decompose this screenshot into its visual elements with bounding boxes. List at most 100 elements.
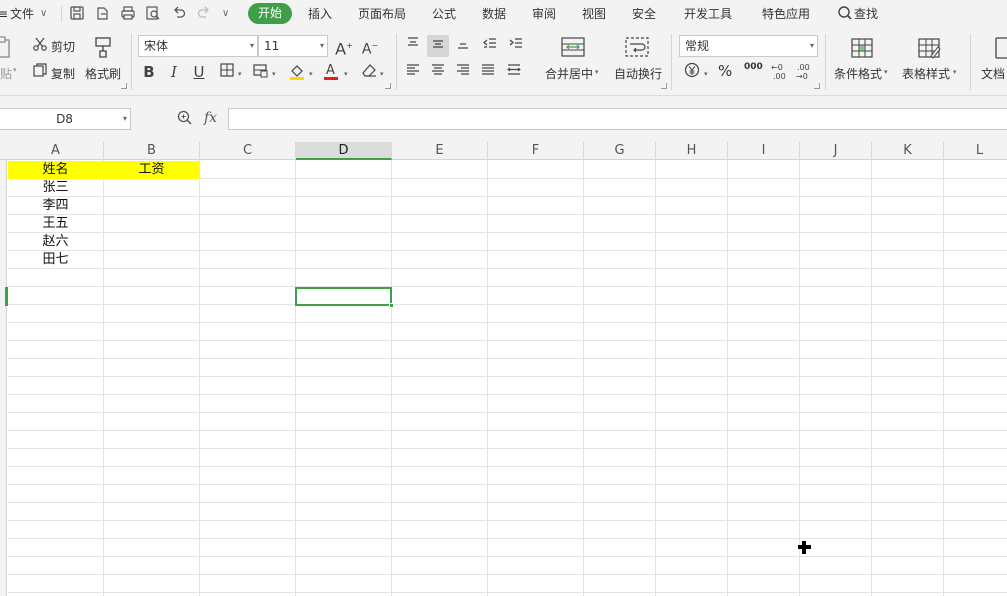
- number-launcher-icon[interactable]: [814, 83, 820, 89]
- merge-center-dropdown-icon[interactable]: ▾: [595, 68, 599, 76]
- cell-A2[interactable]: 张三: [8, 179, 103, 197]
- borders-icon[interactable]: [217, 62, 237, 82]
- align-left-icon[interactable]: [403, 62, 423, 82]
- print-preview-icon[interactable]: [144, 5, 162, 23]
- cell-A6[interactable]: 田七: [8, 251, 103, 269]
- active-cell-selection[interactable]: [295, 287, 394, 308]
- fill-color-dropdown-icon[interactable]: ▾: [309, 70, 313, 78]
- export-pdf-icon[interactable]: [94, 5, 112, 23]
- align-top-icon[interactable]: [403, 35, 423, 55]
- document-assistant-button[interactable]: 文档: [981, 65, 1005, 82]
- increase-decimal-icon[interactable]: ←0.00: [769, 62, 789, 82]
- column-header-b[interactable]: B: [104, 142, 200, 160]
- table-style-button[interactable]: 表格样式: [902, 65, 950, 82]
- column-header-f[interactable]: F: [488, 142, 584, 160]
- print-icon[interactable]: [119, 5, 137, 23]
- align-right-icon[interactable]: [453, 62, 473, 82]
- tab-security[interactable]: 安全: [632, 0, 656, 28]
- justify-icon[interactable]: [478, 62, 498, 82]
- copy-icon[interactable]: [30, 62, 50, 82]
- tab-special[interactable]: 特色应用: [762, 0, 810, 28]
- clear-format-icon[interactable]: [359, 62, 379, 82]
- tab-developer[interactable]: 开发工具: [684, 0, 732, 28]
- quick-access-dropdown-icon[interactable]: ∨: [222, 0, 229, 28]
- menu-icon[interactable]: ≡: [0, 0, 8, 28]
- conditional-format-icon[interactable]: [849, 36, 875, 60]
- clipboard-launcher-icon[interactable]: [121, 83, 127, 89]
- currency-dropdown-icon[interactable]: ▾: [704, 70, 708, 78]
- table-style-dropdown-icon[interactable]: ▾: [953, 68, 957, 76]
- wrap-text-button[interactable]: 自动换行: [614, 65, 662, 82]
- align-middle-icon[interactable]: [427, 35, 449, 57]
- cell-style-dropdown-icon[interactable]: ▾: [272, 70, 276, 78]
- column-header-d[interactable]: D: [296, 142, 392, 160]
- alignment-launcher-icon[interactable]: [661, 83, 667, 89]
- table-style-icon[interactable]: [916, 36, 942, 60]
- currency-icon[interactable]: [682, 62, 702, 82]
- column-header-c[interactable]: C: [200, 142, 296, 160]
- column-header-a[interactable]: A: [8, 142, 104, 160]
- spreadsheet-grid[interactable]: ABCDEFGHIJKL 姓名 工资 张三 李四 王五 赵六 田七: [0, 142, 1007, 596]
- format-painter-button[interactable]: 格式刷: [85, 65, 121, 82]
- paste-label[interactable]: 贴: [0, 65, 12, 82]
- font-launcher-icon[interactable]: [385, 83, 391, 89]
- name-box[interactable]: D8 ▾: [0, 108, 131, 130]
- document-assistant-icon[interactable]: [993, 36, 1007, 60]
- thousands-separator-button[interactable]: 000: [744, 62, 763, 72]
- copy-button[interactable]: 复制: [51, 65, 75, 82]
- font-color-icon[interactable]: A: [321, 61, 341, 81]
- tab-view[interactable]: 视图: [582, 0, 606, 28]
- file-menu[interactable]: 文件: [10, 0, 34, 28]
- merge-center-button[interactable]: 合并居中: [545, 65, 593, 82]
- search-label[interactable]: 查找: [854, 0, 878, 28]
- decrease-decimal-icon[interactable]: .00 →0: [794, 62, 814, 82]
- font-color-dropdown-icon[interactable]: ▾: [344, 70, 348, 78]
- borders-dropdown-icon[interactable]: ▾: [238, 70, 242, 78]
- number-format-select[interactable]: 常规 ▾: [679, 35, 818, 57]
- tab-page-layout[interactable]: 页面布局: [358, 0, 406, 28]
- conditional-format-dropdown-icon[interactable]: ▾: [884, 68, 888, 76]
- cell-B1[interactable]: 工资: [104, 161, 199, 179]
- search-icon[interactable]: [836, 5, 854, 23]
- column-header-i[interactable]: I: [728, 142, 800, 160]
- increase-font-size-icon[interactable]: A+: [334, 36, 354, 58]
- column-header-j[interactable]: J: [800, 142, 872, 160]
- paste-dropdown-icon[interactable]: ▾: [13, 66, 17, 74]
- font-size-select[interactable]: 11 ▾: [258, 35, 328, 57]
- column-header-e[interactable]: E: [392, 142, 488, 160]
- merge-center-icon[interactable]: [560, 35, 586, 61]
- column-header-h[interactable]: H: [656, 142, 728, 160]
- cell-A1[interactable]: 姓名: [8, 161, 103, 179]
- column-header-k[interactable]: K: [872, 142, 944, 160]
- decrease-font-size-icon[interactable]: A−: [360, 36, 380, 58]
- italic-icon[interactable]: I: [164, 62, 184, 82]
- zoom-formula-icon[interactable]: [175, 109, 195, 129]
- chevron-down-icon[interactable]: ∨: [40, 0, 47, 28]
- undo-icon[interactable]: [170, 5, 188, 23]
- font-name-select[interactable]: 宋体 ▾: [138, 35, 258, 57]
- align-center-icon[interactable]: [428, 62, 448, 82]
- tab-insert[interactable]: 插入: [308, 0, 332, 28]
- wrap-text-icon[interactable]: [624, 35, 650, 61]
- insert-function-button[interactable]: fx: [204, 110, 217, 126]
- save-icon[interactable]: [68, 5, 86, 23]
- cut-icon[interactable]: [30, 36, 50, 56]
- underline-icon[interactable]: U: [189, 62, 209, 82]
- cell-A4[interactable]: 王五: [8, 215, 103, 233]
- cell-A5[interactable]: 赵六: [8, 233, 103, 251]
- paste-icon[interactable]: [0, 36, 14, 60]
- fill-handle[interactable]: [389, 303, 394, 308]
- clear-format-dropdown-icon[interactable]: ▾: [380, 70, 384, 78]
- tab-review[interactable]: 审阅: [532, 0, 556, 28]
- cell-style-icon[interactable]: [250, 62, 270, 82]
- tab-formulas[interactable]: 公式: [432, 0, 456, 28]
- align-bottom-icon[interactable]: [453, 35, 473, 55]
- percent-button[interactable]: %: [718, 62, 732, 80]
- formula-input[interactable]: [228, 108, 1007, 130]
- redo-icon[interactable]: [195, 5, 213, 23]
- distributed-align-icon[interactable]: [504, 62, 524, 82]
- conditional-format-button[interactable]: 条件格式: [834, 65, 882, 82]
- bold-icon[interactable]: B: [139, 62, 159, 82]
- decrease-indent-icon[interactable]: [480, 35, 500, 55]
- cut-button[interactable]: 剪切: [51, 38, 75, 55]
